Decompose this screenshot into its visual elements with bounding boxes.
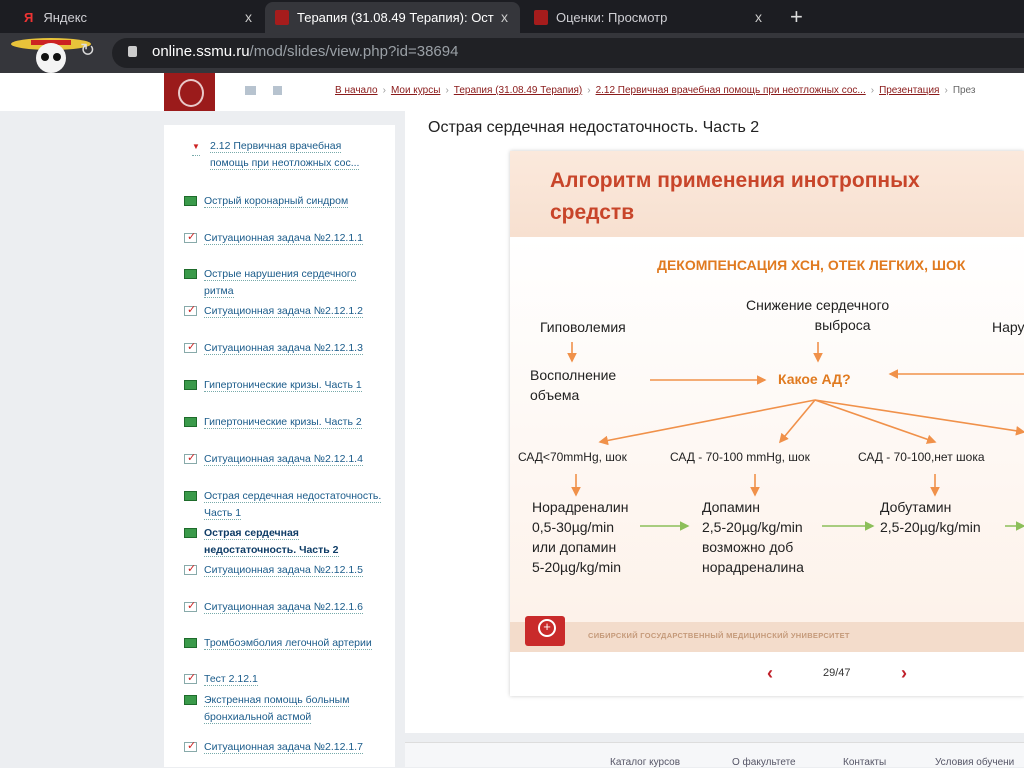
breadcrumb: В начало › Мои курсы › Терапия (31.08.49 Тер… [335, 85, 976, 96]
sidebar-item[interactable]: Ситуационная задача №2.12.1.1 [184, 229, 384, 247]
sidebar-item[interactable]: Острая сердечная недостаточность. Часть … [184, 525, 384, 559]
tab-therapy[interactable]: Терапия (31.08.49 Терапия): Ост x [265, 2, 520, 33]
tab-grades[interactable]: Оценки: Просмотр x [524, 2, 774, 33]
presentation-icon [184, 491, 197, 501]
sidebar-item[interactable]: Острый коронарный синдром [184, 193, 384, 210]
caret-down-icon: ▼ [192, 138, 200, 156]
node-low-output: Снижение сердечного [746, 297, 890, 313]
tab-yandex[interactable]: Я Яндекс x [14, 2, 264, 33]
sidebar-item[interactable]: Острые нарушения сердечного ритма [184, 266, 384, 300]
footer-link-terms[interactable]: Условия обучени [935, 757, 1014, 768]
footer-link-faculty[interactable]: О факультете [732, 757, 796, 768]
sidebar-section[interactable]: ▼ 2.12 Первичная врачебная помощь при нео… [192, 138, 360, 172]
sidebar-item[interactable]: Экстренная помощь больным бронхиальной а… [184, 692, 384, 726]
crumb-my-courses[interactable]: Мои курсы [391, 85, 441, 96]
sidebar-item[interactable]: Гипертонические кризы. Часть 1 [184, 377, 384, 394]
medical-kit-icon [525, 616, 565, 646]
prev-slide-button[interactable]: ‹ [767, 663, 773, 684]
footer-link-contacts[interactable]: Контакты [843, 757, 886, 768]
assignment-icon [184, 229, 197, 246]
sidebar-item[interactable]: Ситуационная задача №2.12.1.5 [184, 561, 384, 579]
reload-icon[interactable]: ↻ [80, 40, 95, 61]
node-dobutamine: Добутамин 2,5-20µg/kg/min [880, 499, 981, 535]
node-fill-volume: Восполнение [530, 367, 617, 383]
crumb-section[interactable]: 2.12 Первичная врачебная помощь при неот… [596, 85, 866, 96]
presentation-icon [184, 196, 197, 206]
url-input[interactable]: online.ssmu.ru/mod/slides/view.php?id=38… [112, 38, 1024, 68]
sidebar-item[interactable]: Острая сердечная недостаточность. Часть … [184, 488, 384, 522]
slide-counter: 29/47 [823, 667, 851, 679]
slide-header: Алгоритм применения инотропных средств [510, 151, 1024, 237]
node-disorder: Нару [992, 319, 1024, 335]
slide-title: Алгоритм применения инотропных [550, 169, 920, 192]
presentation-icon [184, 380, 197, 390]
main-content: Острая сердечная недостаточность. Часть … [405, 111, 1024, 733]
site-footer: Каталог курсов О факультете Контакты Усл… [405, 742, 1024, 768]
sidebar-item[interactable]: Ситуационная задача №2.12.1.2 [184, 302, 384, 320]
assignment-icon [184, 339, 197, 356]
node-sbp-70-100-noshock: САД - 70-100,нет шока [858, 450, 985, 464]
crumb-course[interactable]: Терапия (31.08.49 Терапия) [454, 85, 582, 96]
assignment-icon [184, 561, 197, 578]
site-header: В начало › Мои курсы › Терапия (31.08.49 Тер… [0, 73, 1024, 111]
sidebar-item[interactable]: Ситуационная задача №2.12.1.7 [184, 738, 384, 756]
assignment-icon [184, 670, 197, 687]
presentation-icon [184, 417, 197, 427]
next-slide-button[interactable]: › [901, 663, 907, 684]
new-tab-button[interactable]: + [790, 4, 803, 30]
tab-bar: Я Яндекс x Терапия (31.08.49 Терапия): Ост… [0, 0, 1024, 33]
page-title: Острая сердечная недостаточность. Часть … [428, 119, 760, 136]
assignment-icon [184, 302, 197, 319]
address-bar-area: online.ssmu.ru/mod/slides/view.php?id=38… [0, 33, 1024, 73]
sidebar-item[interactable]: Тромбоэмболия легочной артерии [184, 635, 384, 652]
assignment-icon [184, 450, 197, 467]
calendar-icon[interactable] [273, 86, 282, 95]
sidebar-item[interactable]: Ситуационная задача №2.12.1.6 [184, 598, 384, 616]
course-sidebar: ▼ 2.12 Первичная врачебная помощь при нео… [164, 125, 395, 767]
presentation-icon [184, 695, 197, 705]
footer-link-catalog[interactable]: Каталог курсов [610, 757, 680, 768]
node-which-bp: Какое АД? [778, 371, 851, 387]
sidebar-item[interactable]: Гипертонические кризы. Часть 2 [184, 414, 384, 431]
favicon-icon [534, 10, 548, 25]
favicon-icon [275, 10, 289, 25]
node-dopamine: Допамин 2,5-20µg/kg/min возможно доб норадр… [702, 499, 804, 575]
yandex-icon: Я [24, 10, 34, 25]
presentation-icon [184, 528, 197, 538]
mail-icon[interactable] [245, 86, 256, 95]
university-name: СИБИРСКИЙ ГОСУДАРСТВЕННЫЙ МЕДИЦИНСКИЙ УН… [588, 631, 850, 640]
close-icon[interactable]: x [501, 9, 508, 25]
node-sbp-70-100-shock: САД - 70-100 mmHg, шок [670, 450, 810, 464]
node-sbp-lt70: САД<70mmHg, шок [518, 450, 627, 464]
presentation-icon [184, 269, 197, 279]
close-icon[interactable]: x [755, 9, 762, 25]
node-hypovolemia: Гиповолемия [540, 319, 626, 335]
sidebar-item[interactable]: Ситуационная задача №2.12.1.3 [184, 339, 384, 357]
sidebar-item[interactable]: Ситуационная задача №2.12.1.4 [184, 450, 384, 468]
assignment-icon [184, 738, 197, 755]
close-icon[interactable]: x [245, 9, 252, 25]
university-logo[interactable] [164, 73, 215, 111]
node-noradrenaline: Норадреналин 0,5-30µg/min или допамин 5-20… [532, 499, 629, 575]
presentation-icon [184, 638, 197, 648]
slide-body: ДЕКОМПЕНСАЦИЯ ХСН, ОТЕК ЛЕГКИХ, ШОК Гипо… [510, 237, 1024, 622]
crumb-home[interactable]: В начало [335, 85, 378, 96]
slide-viewer: Алгоритм применения инотропных средств ДЕ… [510, 151, 1024, 696]
assignment-icon [184, 598, 197, 615]
crumb-presentation[interactable]: Презентация [879, 85, 939, 96]
lock-icon [128, 46, 137, 57]
sidebar-item[interactable]: Тест 2.12.1 [184, 670, 384, 688]
